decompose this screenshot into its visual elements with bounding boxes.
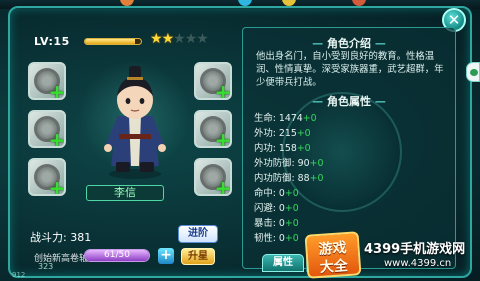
attribute-label: 外功: — [254, 128, 276, 139]
attribute-row: 内功防御: 88+0 — [254, 171, 404, 186]
plus-icon[interactable]: + — [48, 130, 64, 146]
equip-slot-necklace[interactable]: + — [28, 110, 66, 148]
attribute-value: 215 — [278, 128, 297, 139]
game-window: ✕ LV:15 ★★★★★ + + + + + + 李信 战斗力: 381 进阶… — [0, 0, 480, 281]
attribute-row: 闪避: 0+0 — [254, 201, 404, 216]
section-title-attributes: — 角色属性 — — [312, 95, 386, 108]
attribute-bonus: +0 — [284, 233, 299, 244]
watermark-url: www.4399.cn — [384, 258, 452, 269]
plus-icon[interactable]: + — [214, 82, 230, 98]
hero-portrait — [104, 66, 166, 179]
hero-name: 李信 — [86, 185, 164, 201]
attribute-label: 内功: — [254, 143, 276, 154]
star-icon: ★ — [150, 31, 163, 47]
side-tab-icon — [470, 69, 478, 76]
equip-slot-boots[interactable]: + — [194, 158, 232, 196]
attribute-label: 韧性: — [254, 233, 276, 244]
attribute-label: 外功防御: — [254, 158, 295, 169]
plus-icon[interactable]: + — [48, 178, 64, 194]
attribute-label: 内功防御: — [254, 173, 295, 184]
attribute-value: 88 — [297, 173, 310, 184]
exp-bar-fill — [85, 39, 136, 44]
plus-icon[interactable]: + — [48, 82, 64, 98]
attribute-bonus: +0 — [302, 113, 317, 124]
star-icon: ★ — [173, 31, 186, 47]
equip-slot-weapon[interactable]: + — [28, 62, 66, 100]
misc-number: 912 — [12, 271, 26, 279]
attribute-row: 内功: 158+0 — [254, 141, 404, 156]
attribute-label: 命中: — [254, 188, 276, 199]
attribute-bonus: +0 — [309, 158, 324, 169]
watermark-logo: 游戏 大全 — [304, 231, 362, 279]
equip-slot-armor[interactable]: + — [28, 158, 66, 196]
attribute-value: 158 — [278, 143, 297, 154]
attribute-bonus: +0 — [284, 188, 299, 199]
attribute-bonus: +0 — [296, 143, 311, 154]
attribute-row: 命中: 0+0 — [254, 186, 404, 201]
exp-bar — [84, 38, 142, 45]
side-tab[interactable] — [466, 62, 480, 82]
star-rating: ★★★★★ — [150, 31, 209, 47]
plus-icon[interactable]: + — [214, 130, 230, 146]
star-icon: ★ — [184, 31, 198, 47]
attribute-bonus: +0 — [284, 218, 299, 229]
equip-slot-ring[interactable]: + — [194, 110, 232, 148]
hero-description: 他出身名门，自小受到良好的教育。性格温润、性情真挚。深受家族器重，武艺超群，年少… — [256, 51, 444, 88]
add-fragment-button[interactable]: + — [158, 248, 174, 264]
attribute-row: 暴击: 0+0 — [254, 216, 404, 231]
attribute-list: 生命: 1474+0 外功: 215+0 内功: 158+0 外功防御: 90+… — [254, 111, 404, 246]
attribute-row: 外功防御: 90+0 — [254, 156, 404, 171]
section-title-intro: — 角色介绍 — — [312, 37, 386, 50]
attribute-label: 生命: — [254, 113, 276, 124]
fragment-progress-bar: 61/50 — [84, 249, 150, 262]
combat-power: 战斗力: 381 — [30, 231, 92, 244]
level-label: LV:15 — [34, 35, 70, 48]
plus-icon[interactable]: + — [214, 178, 230, 194]
attribute-value: 1474 — [278, 113, 303, 124]
star-icon: ★ — [161, 31, 175, 47]
star-icon: ★ — [196, 31, 209, 47]
attribute-row: 外功: 215+0 — [254, 126, 404, 141]
attribute-row: 生命: 1474+0 — [254, 111, 404, 126]
attribute-bonus: +0 — [284, 203, 299, 214]
fragment-progress-text: 61/50 — [104, 250, 130, 260]
upgrade-button[interactable]: 进阶 — [178, 225, 218, 243]
attribute-value: 90 — [297, 158, 310, 169]
attribute-label: 暴击: — [254, 218, 276, 229]
watermark-logo-line2: 大全 — [319, 258, 349, 276]
attribute-bonus: +0 — [296, 128, 311, 139]
intro-title-text: 角色介绍 — [327, 37, 371, 50]
attribute-label: 闪避: — [254, 203, 276, 214]
attributes-title-text: 角色属性 — [327, 95, 371, 108]
watermark-site-name: 4399手机游戏网 — [364, 242, 466, 257]
tab-attributes[interactable]: 属性 — [262, 254, 304, 272]
misc-number: 323 — [38, 262, 54, 271]
attribute-bonus: +0 — [309, 173, 324, 184]
star-up-button[interactable]: 升星 — [181, 248, 215, 265]
equip-slot-bow[interactable]: + — [194, 62, 232, 100]
